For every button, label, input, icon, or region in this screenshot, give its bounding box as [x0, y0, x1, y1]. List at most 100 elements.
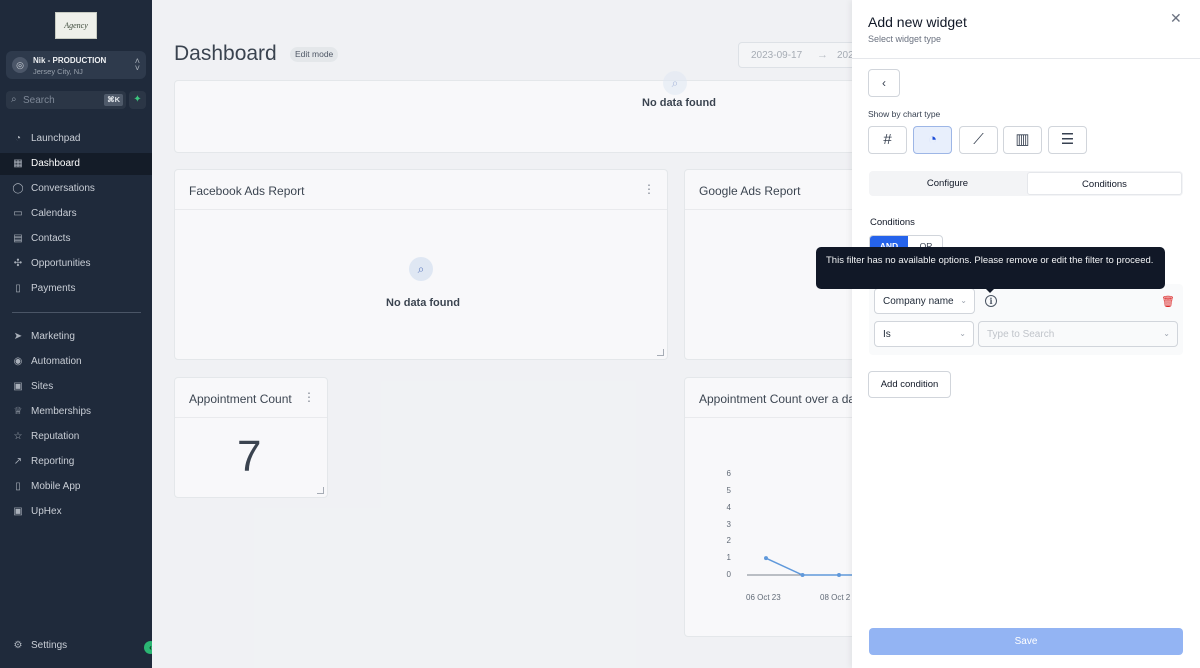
data-point[interactable] — [837, 573, 841, 577]
dashboard-main: Dashboard Edit mode 2023-09-17 → 202 ⌕ N… — [152, 0, 852, 668]
arrow-right-icon: → — [817, 49, 828, 61]
sidebar-item-opportunities[interactable]: ✣ Opportunities — [0, 253, 152, 275]
sidebar-item-label: Launchpad — [31, 133, 81, 144]
save-button[interactable]: Save — [869, 628, 1183, 655]
memberships-icon: ♕ — [13, 406, 23, 417]
sidebar-item-memberships[interactable]: ♕ Memberships — [0, 401, 152, 423]
card-divider — [175, 209, 667, 210]
chart-type-button[interactable]: ☰ — [1048, 126, 1087, 154]
sidebar-item-label: Reporting — [31, 456, 75, 467]
sidebar-item-sites[interactable]: ▣ Sites — [0, 376, 152, 398]
account-name: Nik - PRODUCTION — [33, 56, 107, 65]
data-point[interactable] — [764, 556, 768, 561]
back-button[interactable]: ‹ — [868, 69, 900, 97]
sidebar-item-automation[interactable]: ◉ Automation — [0, 351, 152, 373]
chat-icon: ◯ — [12, 183, 24, 194]
reporting-icon: ↗ — [13, 456, 23, 467]
sidebar-item-dashboard[interactable]: ▦ Dashboard — [0, 153, 152, 175]
agency-logo[interactable]: Agency — [55, 12, 97, 39]
rocket-icon: ◔ — [14, 133, 22, 144]
search-icon: ⌕ — [409, 257, 433, 281]
tab-configure[interactable]: Configure — [870, 172, 1025, 195]
card-title: Google Ads Report — [699, 184, 801, 198]
sidebar-item-settings[interactable]: ⚙ Settings — [0, 635, 152, 657]
sidebar-item-label: Dashboard — [31, 158, 80, 169]
operator-select[interactable]: Is ⌄ — [874, 321, 974, 347]
marketing-icon: ➤ — [13, 331, 23, 342]
value-search-input[interactable]: Type to Search ⌄ — [978, 321, 1178, 347]
line-chart-icon: ⟋ — [973, 131, 984, 148]
sidebar-item-label: Memberships — [31, 406, 92, 417]
search-shortcut-badge: ⌘K — [104, 94, 123, 106]
facebook-ads-card: Facebook Ads Report ⋮ ⌕ No data found — [174, 169, 668, 360]
search-input[interactable]: ⌕ Search ⌘K — [6, 91, 126, 109]
sparkle-icon[interactable]: ✦ — [129, 91, 146, 109]
operator-select-value: Is — [883, 329, 891, 340]
more-vertical-icon[interactable]: ⋮ — [643, 182, 655, 196]
panel-divider — [852, 58, 1200, 59]
account-switcher[interactable]: ◎ Nik - PRODUCTION Jersey City, NJ ˄ ˅ — [6, 51, 146, 79]
panel-title: Add new widget — [868, 14, 967, 30]
more-vertical-icon[interactable]: ⋮ — [303, 390, 315, 404]
gear-icon: ⚙ — [13, 640, 23, 651]
date-end: 202 — [837, 50, 852, 61]
sidebar-item-reputation[interactable]: ☆ Reputation — [0, 426, 152, 448]
sidebar-divider — [12, 312, 141, 313]
payments-icon: ▯ — [15, 283, 21, 294]
sidebar-item-label: Mobile App — [31, 481, 81, 492]
chevron-down-icon: ⌄ — [960, 296, 967, 305]
chart-type-button[interactable]: ⟋ — [959, 126, 998, 154]
tooltip-arrow — [985, 288, 995, 293]
x-tick-label: 06 Oct 23 — [746, 593, 781, 602]
card-title: Appointment Count — [189, 392, 292, 406]
no-data-text: No data found — [642, 97, 716, 109]
sidebar-item-launchpad[interactable]: ◔ Launchpad — [0, 128, 152, 150]
sidebar: Agency ◎ Nik - PRODUCTION Jersey City, N… — [0, 0, 152, 668]
date-start: 2023-09-17 — [751, 50, 803, 61]
sidebar-item-calendars[interactable]: ▭ Calendars — [0, 203, 152, 225]
sidebar-item-payments[interactable]: ▯ Payments — [0, 278, 152, 300]
resize-handle[interactable] — [317, 487, 324, 494]
info-icon[interactable]: i — [985, 295, 997, 307]
search-icon: ⌕ — [663, 71, 687, 95]
sidebar-item-mobile-app[interactable]: ▯ Mobile App — [0, 476, 152, 498]
sidebar-item-reporting[interactable]: ↗ Reporting — [0, 451, 152, 473]
sidebar-item-label: Marketing — [31, 331, 75, 342]
sidebar-item-label: Reputation — [31, 431, 80, 442]
sidebar-item-label: Payments — [31, 283, 76, 294]
sidebar-item-label: Calendars — [31, 208, 77, 219]
chevron-updown-icon: ˄ ˅ — [134, 56, 140, 73]
field-select[interactable]: Company name ⌄ — [874, 288, 975, 314]
horizontal-bar-chart-icon: ☰ — [1060, 131, 1075, 148]
data-point[interactable] — [800, 573, 805, 577]
chevron-down-icon: ⌄ — [1163, 329, 1170, 338]
sidebar-item-conversations[interactable]: ◯ Conversations — [0, 178, 152, 200]
sidebar-item-label: Automation — [31, 356, 82, 367]
trash-icon[interactable]: 🗑 — [1161, 295, 1175, 308]
add-condition-button[interactable]: Add condition — [868, 371, 951, 398]
sidebar-item-marketing[interactable]: ➤ Marketing — [0, 326, 152, 348]
panel-subtitle: Select widget type — [868, 34, 942, 44]
top-widget-card: ⌕ No data found — [174, 71, 852, 153]
edit-mode-badge[interactable]: Edit mode — [290, 47, 339, 62]
tab-conditions[interactable]: Conditions — [1027, 172, 1182, 195]
calendar-icon: ▭ — [13, 208, 23, 219]
chart-type-button[interactable]: # — [868, 126, 907, 154]
date-range-picker[interactable]: 2023-09-17 → 202 — [738, 42, 852, 68]
sidebar-item-uphex[interactable]: ▣ UpHex — [0, 501, 152, 523]
resize-handle[interactable] — [657, 349, 664, 356]
account-location: Jersey City, NJ — [33, 67, 83, 76]
hash-icon: # — [883, 131, 892, 148]
chart-type-button[interactable]: ◔ — [913, 126, 952, 154]
location-icon: ◎ — [12, 57, 28, 73]
automation-icon: ◉ — [13, 356, 23, 367]
search-icon: ⌕ — [11, 94, 17, 105]
sidebar-item-label: Sites — [31, 381, 54, 392]
series-line — [765, 557, 852, 576]
pie-chart-icon: ◔ — [927, 131, 938, 148]
close-icon[interactable]: ✕ — [1170, 10, 1182, 27]
sidebar-item-contacts[interactable]: ▤ Contacts — [0, 228, 152, 250]
appointment-count-value: 7 — [237, 432, 262, 481]
chart-type-button[interactable]: ▥ — [1003, 126, 1042, 154]
filter-warning-tooltip: This filter has no available options. Pl… — [816, 247, 1165, 289]
